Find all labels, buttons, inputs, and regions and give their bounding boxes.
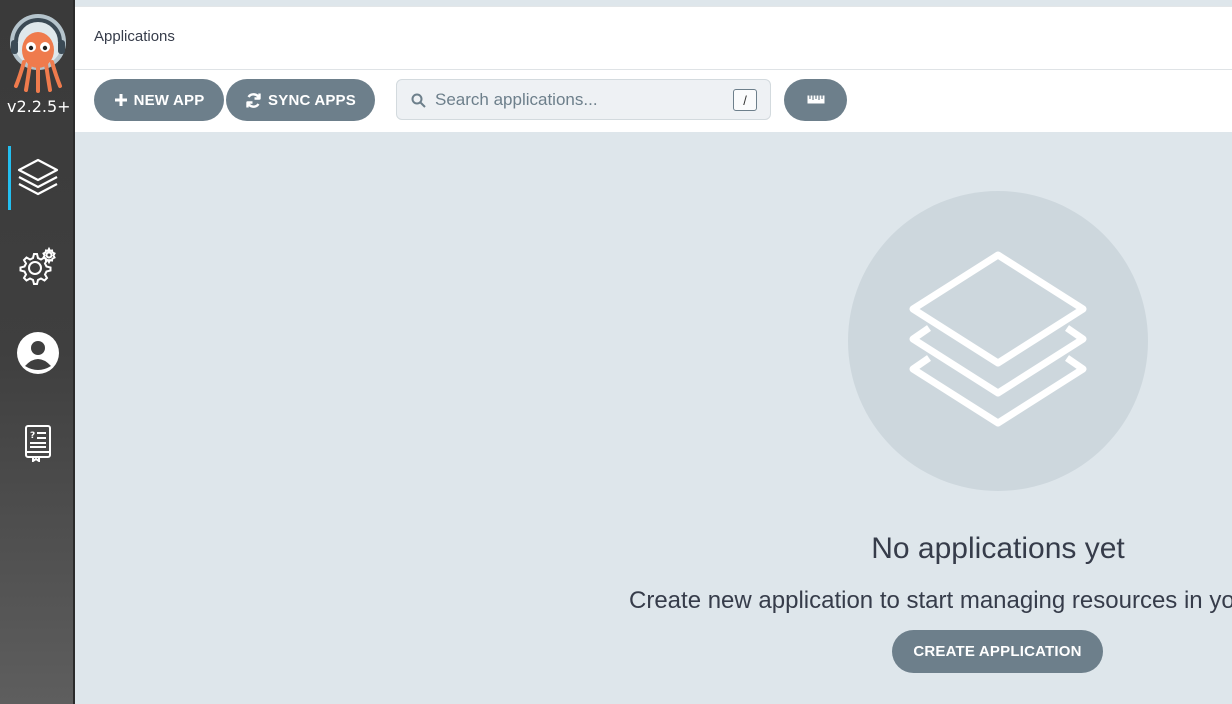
version-label: v2.2.5+8 [7, 97, 70, 116]
layers-icon [16, 157, 60, 199]
book-icon: ? [23, 424, 53, 462]
argo-logo[interactable] [8, 14, 68, 94]
sync-apps-button[interactable]: SYNC APPS [226, 79, 375, 121]
toolbar: NEW APP SYNC APPS / [75, 70, 1232, 132]
sidebar-item-applications[interactable] [0, 146, 75, 210]
search-box[interactable]: / [396, 79, 771, 120]
sidebar-item-settings[interactable] [0, 234, 75, 298]
sync-apps-label: SYNC APPS [268, 91, 356, 109]
layers-icon [903, 249, 1093, 434]
sidebar: v2.2.5+8 [0, 0, 75, 704]
empty-state-illustration [848, 191, 1148, 491]
ruler-icon [807, 95, 825, 105]
new-app-button[interactable]: NEW APP [94, 79, 224, 121]
sidebar-item-documentation[interactable]: ? [0, 411, 75, 475]
search-icon [411, 93, 426, 113]
page-title: Applications [94, 28, 175, 45]
search-input[interactable] [435, 88, 725, 112]
empty-state-title: No applications yet [871, 532, 1125, 565]
user-circle-icon [16, 331, 60, 375]
sync-icon [245, 92, 262, 109]
view-options-button[interactable] [784, 79, 847, 121]
app-root: v2.2.5+8 [0, 0, 1232, 704]
gears-icon [18, 246, 58, 286]
main-content: No applications yet Create new applicati… [75, 132, 1232, 704]
sidebar-item-user-info[interactable] [0, 321, 75, 385]
top-bar: Applications [75, 6, 1232, 70]
search-shortcut-key: / [733, 89, 757, 111]
new-app-label: NEW APP [133, 91, 205, 109]
create-application-button[interactable]: CREATE APPLICATION [892, 630, 1103, 673]
plus-icon [114, 93, 128, 107]
empty-state-subtitle: Create new application to start managing… [629, 587, 1232, 614]
svg-text:?: ? [30, 431, 35, 441]
